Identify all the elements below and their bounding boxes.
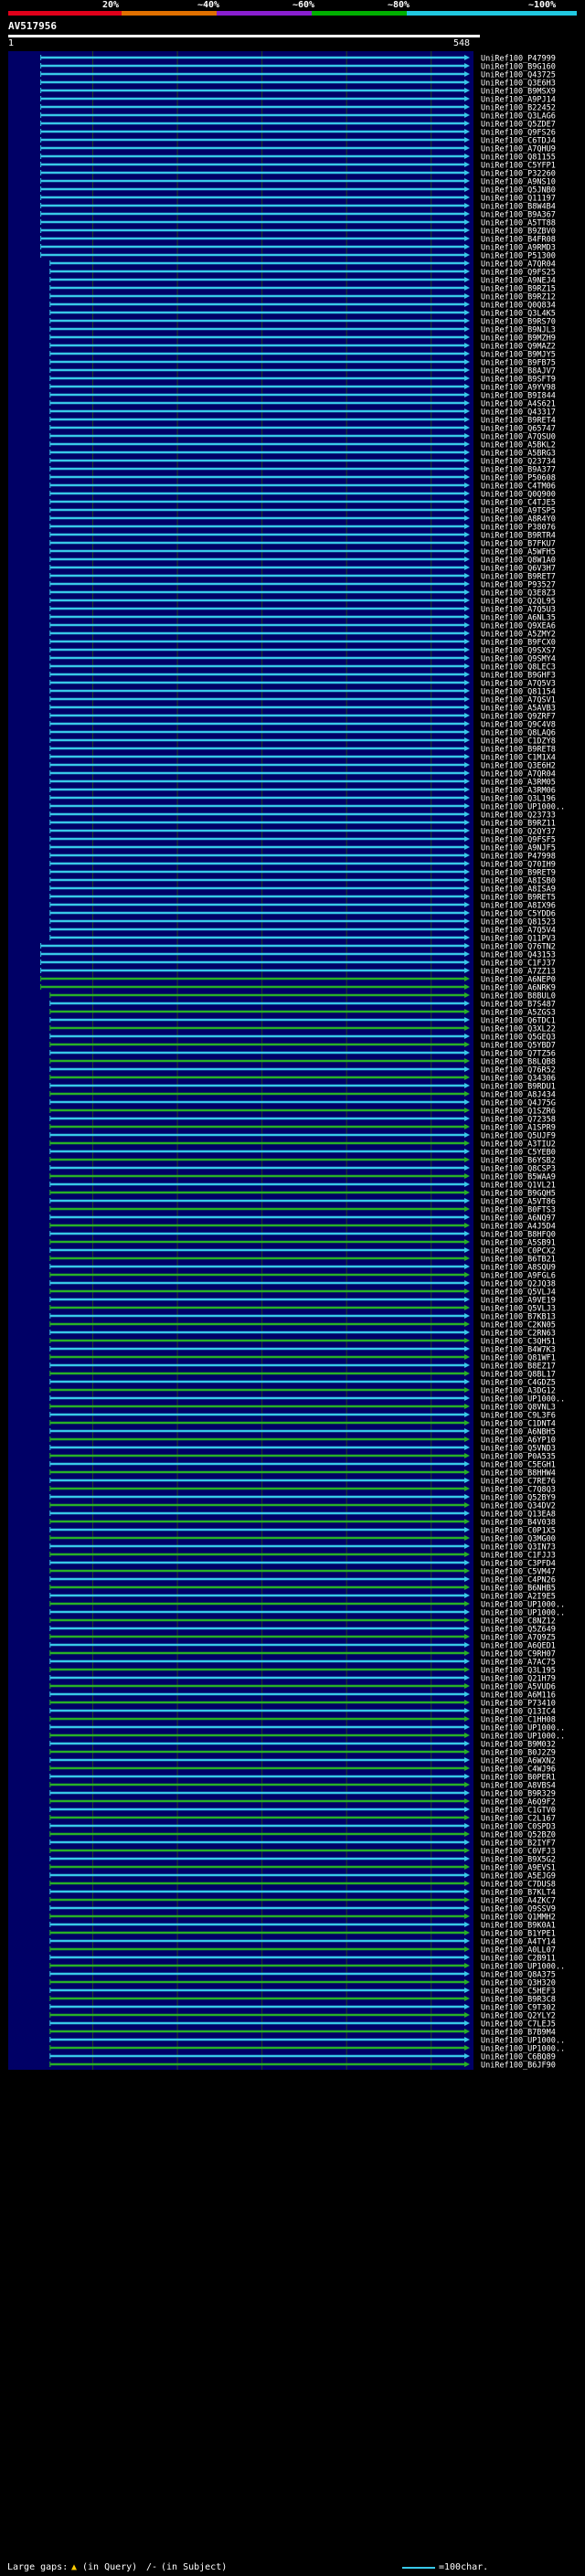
legend-large-gaps-label: Large gaps:: [7, 2562, 69, 2572]
alignment-plot: UniRef100_P47999UniRef100_B9G160UniRef10…: [8, 51, 565, 2071]
hit-label[interactable]: UniRef100_B6JF90: [481, 2062, 556, 2071]
legend-scale-label: =100char.: [439, 2562, 489, 2572]
legend-in-subject-label: (in Subject): [161, 2562, 228, 2572]
blast-overview-page: 20% ~40% ~60% ~80% ~100% AV517956 1 548 …: [0, 0, 585, 2576]
legend-in-query-label: (in Query): [82, 2562, 138, 2572]
legend: Large gaps: ▲ (in Query) /- (in Subject)…: [0, 2560, 585, 2576]
legend-subject-gap-icon: /-: [146, 2562, 158, 2572]
legend-query-gap-icon: ▲: [71, 2562, 78, 2572]
legend-scale-line: [402, 2567, 435, 2569]
